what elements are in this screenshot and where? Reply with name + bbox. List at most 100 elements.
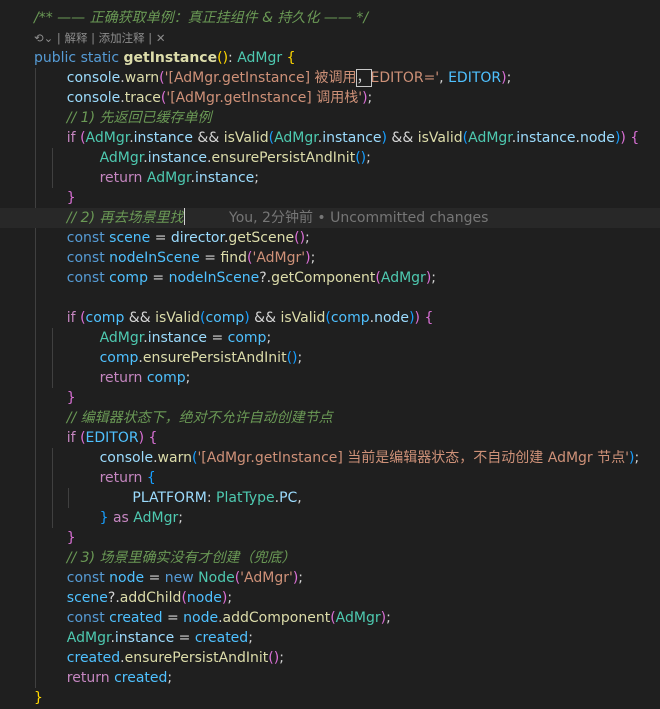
references-icon[interactable]: ⟲⌄ (34, 31, 53, 45)
code-editor[interactable]: /** —— 正确获取单例：真正挂组件 & 持久化 —— */ ⟲⌄ | 解释 |… (0, 0, 660, 709)
code-line[interactable]: console.trace('[AdMgr.getInstance] 调用栈')… (0, 88, 660, 108)
bracket-token: () (217, 50, 229, 66)
lens-add-comment-link[interactable]: 添加注释 (99, 31, 145, 45)
code-line[interactable]: AdMgr.instance = comp; (0, 328, 660, 348)
lens-separator: | (87, 31, 99, 45)
git-blame-annotation: You, 2分钟前 • Uncommitted changes (229, 210, 489, 226)
punctuation-token: && (386, 130, 418, 146)
code-line[interactable]: console.warn('[AdMgr.getInstance] 被调用，ED… (0, 68, 660, 88)
code-line[interactable]: } as AdMgr; (0, 508, 660, 528)
punctuation-token: = (162, 610, 184, 626)
code-line[interactable] (0, 288, 660, 308)
function-token: isValid (155, 310, 200, 326)
punctuation-token: ; (266, 330, 272, 346)
code-line[interactable]: created.ensurePersistAndInit(); (0, 648, 660, 668)
function-token: ensurePersistAndInit (142, 350, 287, 366)
function-token: addComponent (222, 610, 331, 626)
punctuation-token: : (206, 490, 217, 506)
code-line[interactable]: } (0, 188, 660, 208)
variable-token: EDITOR (85, 430, 139, 446)
punctuation-token: ; (366, 150, 371, 166)
code-line[interactable]: /** —— 正确获取单例：真正挂组件 & 持久化 —— */ (0, 8, 660, 28)
variable-token: comp (205, 310, 245, 326)
punctuation-token: ; (305, 230, 310, 246)
punctuation-token: ; (227, 590, 233, 606)
punctuation-token: ; (248, 630, 253, 646)
string-token: '[AdMgr.getInstance] 调用栈' (166, 90, 363, 106)
code-line[interactable]: return AdMgr.instance; (0, 168, 660, 188)
code-line[interactable]: const node = new Node('AdMgr'); (0, 568, 660, 588)
code-line[interactable]: if (AdMgr.instance && isValid(AdMgr.inst… (0, 128, 660, 148)
code-line[interactable]: public static getInstance(): AdMgr { (0, 48, 660, 68)
lens-explain-link[interactable]: 解释 (64, 31, 87, 45)
bracket-token: () (268, 650, 280, 666)
punctuation-token: && (124, 310, 156, 326)
lens-separator: | (144, 31, 156, 45)
property-token: director (170, 230, 224, 246)
punctuation-token: && (192, 130, 224, 146)
type-token: AdMgr (133, 510, 179, 526)
code-line[interactable]: if (EDITOR) { (0, 428, 660, 448)
code-line[interactable]: const created = node.addComponent(AdMgr)… (0, 608, 660, 628)
close-icon[interactable]: ✕ (156, 31, 166, 45)
keyword-token: const (66, 230, 105, 246)
property-token: instance (114, 630, 175, 646)
variable-token: scene (66, 590, 108, 606)
property-token: node (374, 310, 410, 326)
variable-token: EDITOR (448, 70, 502, 86)
lens-separator: | (53, 31, 65, 45)
variable-token: comp (146, 370, 186, 386)
type-token: AdMgr (85, 130, 130, 146)
function-token: isValid (280, 310, 326, 326)
type-token: AdMgr (274, 130, 318, 146)
code-line[interactable]: console.warn('[AdMgr.getInstance] 当前是编辑器… (0, 448, 660, 468)
code-line[interactable]: PLATFORM: PlatType.PC, (0, 488, 660, 508)
keyword-token: static (80, 50, 120, 66)
property-token: instance (194, 170, 255, 186)
code-line[interactable]: } (0, 388, 660, 408)
punctuation-token: , (297, 490, 302, 506)
code-lens[interactable]: ⟲⌄ | 解释 | 添加注释 | ✕ (0, 28, 660, 48)
code-line[interactable]: // 1) 先返回已缓存单例 (0, 108, 660, 128)
code-line[interactable]: if (comp && isValid(comp) && isValid(com… (0, 308, 660, 328)
punctuation-token: , (439, 70, 449, 86)
punctuation-token: = (147, 270, 169, 286)
code-line[interactable]: // 编辑器状态下，绝对不允许自动创建节点 (0, 408, 660, 428)
comment-token: // 2) 再去场景里找 (66, 210, 184, 226)
code-line[interactable]: // 2) 再去场景里找 You, 2分钟前 • Uncommitted chan… (0, 208, 660, 228)
type-token: AdMgr (66, 630, 111, 646)
bracket-token: { (146, 470, 156, 486)
code-line[interactable]: comp.ensurePersistAndInit(); (0, 348, 660, 368)
keyword-token: const (66, 250, 105, 266)
property-token: PLATFORM (132, 490, 207, 506)
code-line[interactable]: AdMgr.instance.ensurePersistAndInit(); (0, 148, 660, 168)
function-token: trace (124, 90, 161, 106)
punctuation-token: = (174, 630, 195, 646)
comment-token: // 1) 先返回已缓存单例 (66, 110, 212, 126)
code-line[interactable]: return { (0, 468, 660, 488)
code-line[interactable]: const comp = nodeInScene?.getComponent(A… (0, 268, 660, 288)
code-line[interactable]: } (0, 688, 660, 708)
code-line[interactable]: scene?.addChild(node); (0, 588, 660, 608)
punctuation-token: ; (279, 650, 284, 666)
bracket-token: } (34, 690, 43, 706)
code-line[interactable]: } (0, 528, 660, 548)
code-line[interactable]: return created; (0, 668, 660, 688)
punctuation-token: ; (178, 510, 183, 526)
type-token: AdMgr (237, 50, 283, 66)
function-token: ensurePersistAndInit (124, 650, 269, 666)
property-token: console (99, 450, 154, 466)
code-line[interactable]: return comp; (0, 368, 660, 388)
comment-token: /** —— 正确获取单例：真正挂组件 & 持久化 —— */ (34, 10, 369, 26)
function-token: ensurePersistAndInit (211, 150, 356, 166)
function-token: isValid (223, 130, 269, 146)
variable-token: comp (227, 330, 267, 346)
punctuation-token: ; (367, 90, 373, 106)
code-line[interactable]: const scene = director.getScene(); (0, 228, 660, 248)
code-line[interactable]: // 3) 场景里确实没有才创建（兜底） (0, 548, 660, 568)
code-line[interactable]: const nodeInScene = find('AdMgr'); (0, 248, 660, 268)
keyword-token: const (66, 610, 105, 626)
control-keyword-token: if (66, 310, 76, 326)
code-line[interactable]: AdMgr.instance = created; (0, 628, 660, 648)
punctuation-token: = (199, 250, 221, 266)
